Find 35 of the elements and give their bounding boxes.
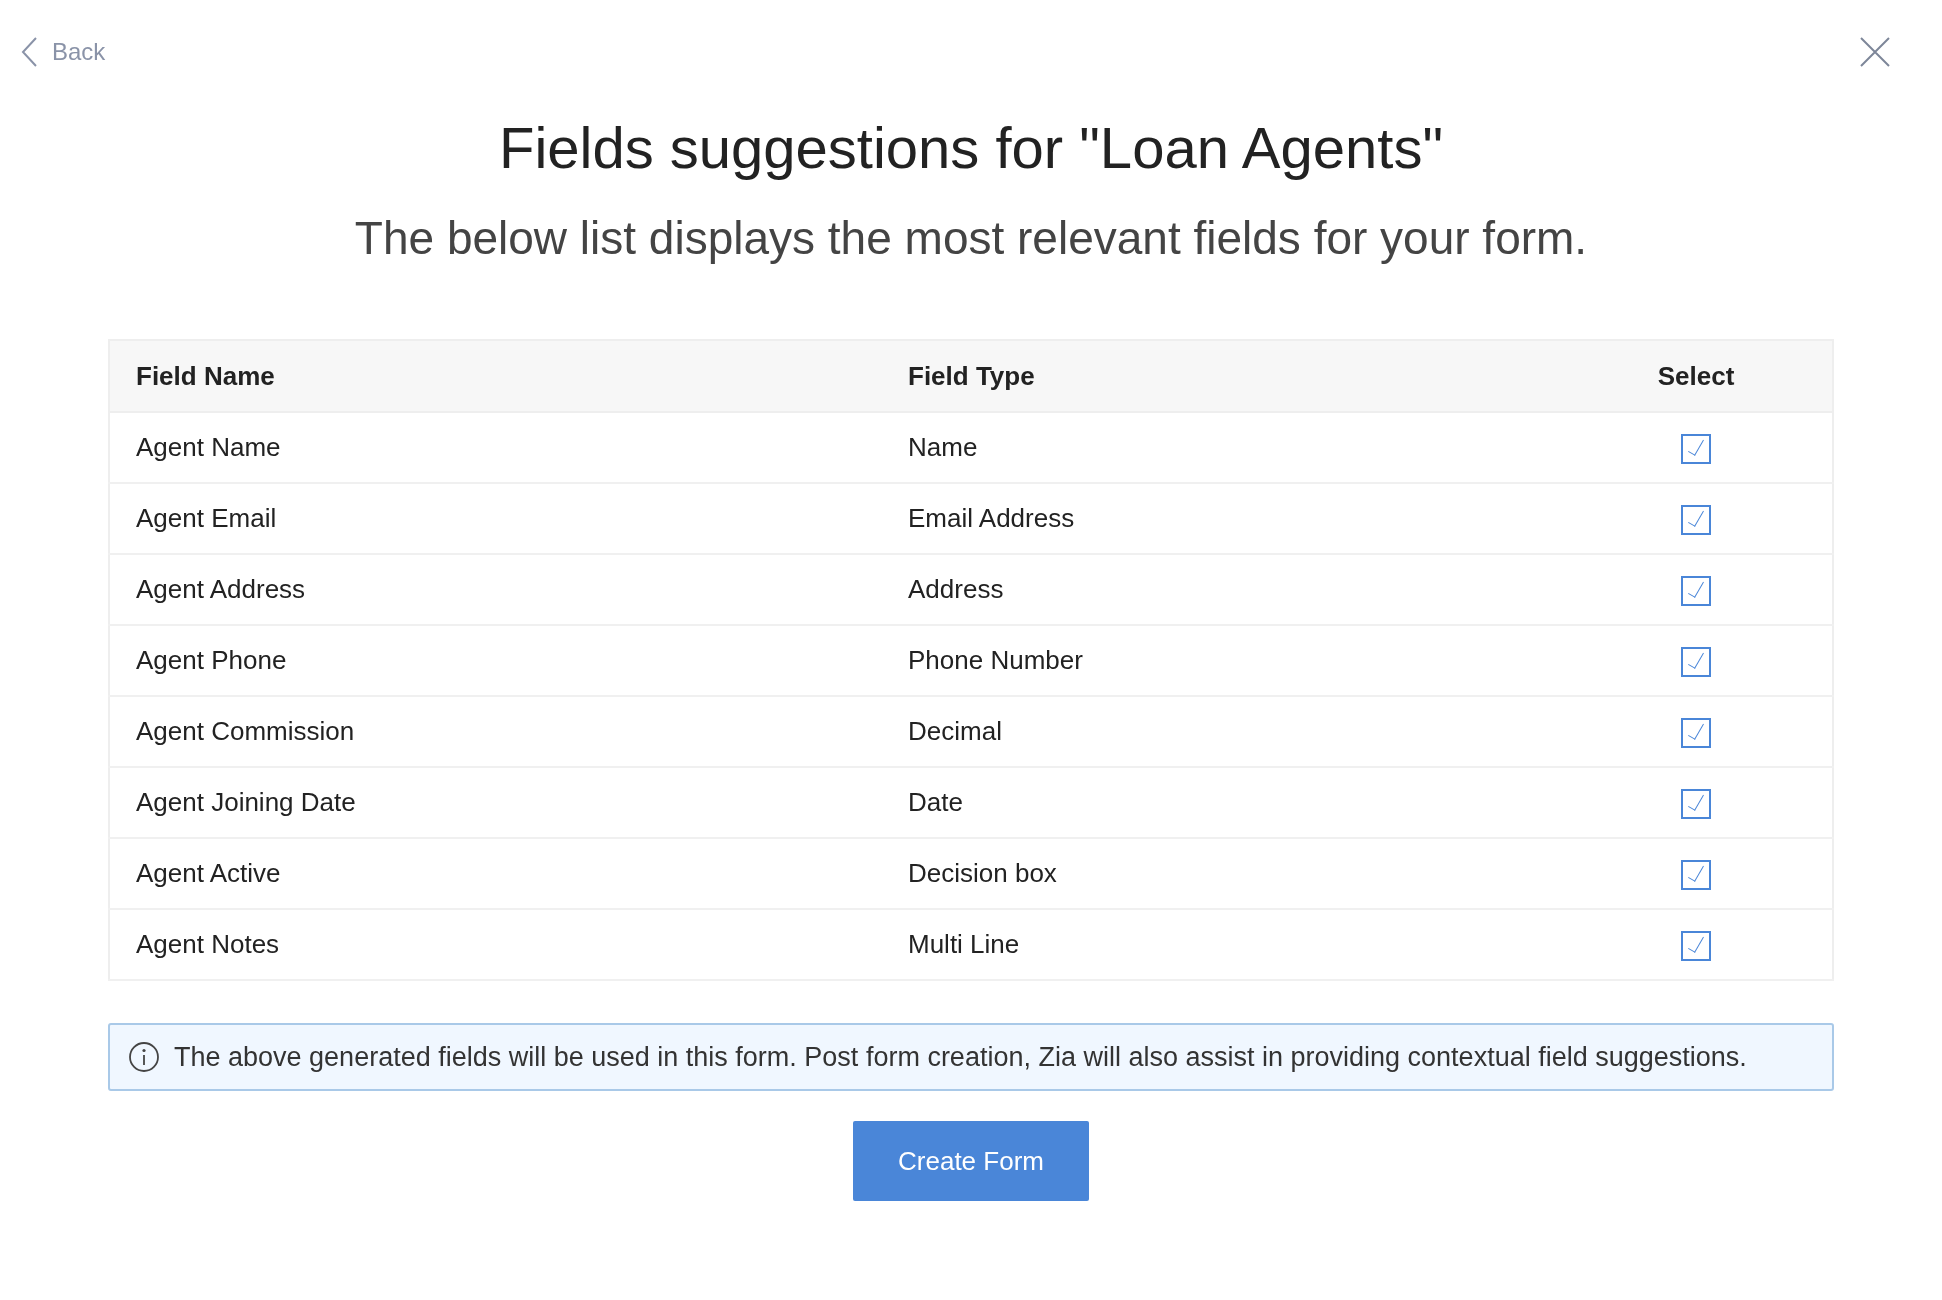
select-checkbox[interactable] <box>1681 646 1711 677</box>
create-form-button[interactable]: Create Form <box>853 1121 1089 1201</box>
back-button[interactable]: Back <box>20 36 106 68</box>
field-name-cell: Agent Phone <box>109 625 882 696</box>
select-checkbox[interactable] <box>1681 717 1711 748</box>
field-type-cell: Decimal <box>882 696 1560 767</box>
field-name-cell: Agent Name <box>109 412 882 483</box>
select-checkbox[interactable] <box>1681 859 1711 890</box>
field-type-cell: Decision box <box>882 838 1560 909</box>
field-name-cell: Agent Joining Date <box>109 767 882 838</box>
field-name-cell: Agent Active <box>109 838 882 909</box>
select-checkbox[interactable] <box>1681 575 1711 606</box>
field-type-cell: Date <box>882 767 1560 838</box>
select-checkbox[interactable] <box>1681 930 1711 961</box>
column-header: Select <box>1560 340 1833 412</box>
info-icon <box>128 1041 160 1073</box>
column-header: Field Type <box>882 340 1560 412</box>
page-title: Fields suggestions for "Loan Agents" <box>498 114 1444 181</box>
chevron-left-icon <box>20 36 38 68</box>
field-name-cell: Agent Email <box>109 483 882 554</box>
info-text: The above generated fields will be used in this form. Post form creation, Zia will also assist in providing contextual field suggestions. <box>174 1041 1747 1073</box>
field-type-cell: Phone Number <box>882 625 1560 696</box>
field-name-cell: Agent Commission <box>109 696 882 767</box>
field-name-cell: Agent Notes <box>109 909 882 980</box>
field-type-cell: Email Address <box>882 483 1560 554</box>
select-checkbox[interactable] <box>1681 504 1711 535</box>
close-icon[interactable] <box>1860 37 1890 67</box>
field-name-cell: Agent Address <box>109 554 882 625</box>
field-type-cell: Address <box>882 554 1560 625</box>
field-type-cell: Name <box>882 412 1560 483</box>
field-type-cell: Multi Line <box>882 909 1560 980</box>
select-checkbox[interactable] <box>1681 788 1711 819</box>
column-header: Field Name <box>109 340 882 412</box>
page-subtitle: The below list displays the most relevant fields for your form. <box>353 211 1589 265</box>
select-checkbox[interactable] <box>1681 433 1711 464</box>
